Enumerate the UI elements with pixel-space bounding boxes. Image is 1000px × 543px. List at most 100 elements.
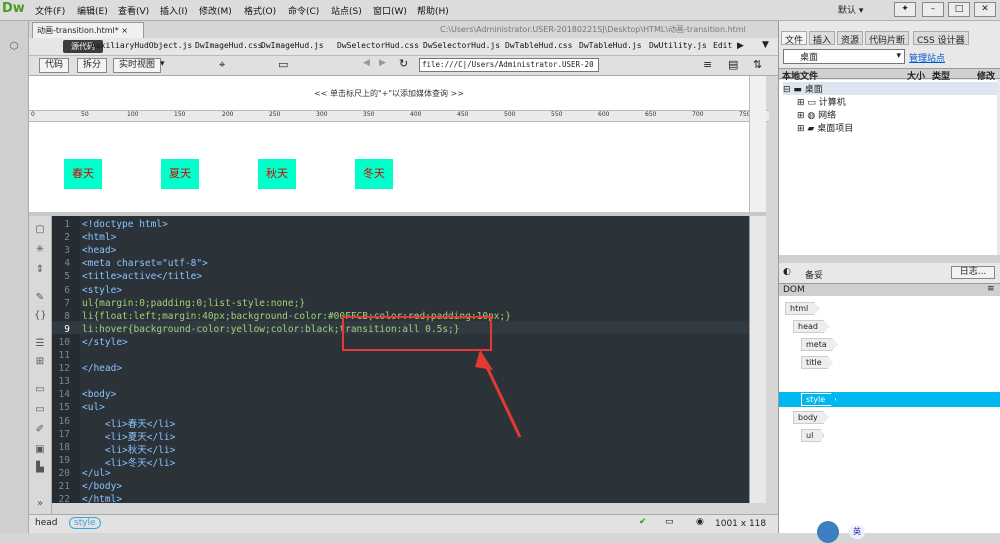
forward-icon[interactable]: ▶ <box>379 58 386 68</box>
code-line[interactable]: <meta charset="utf-8"> <box>82 258 208 269</box>
dom-node-style[interactable]: style <box>801 393 837 406</box>
menu-view[interactable]: 查看(V) <box>118 4 149 17</box>
refresh-icon[interactable]: ↻ <box>399 57 408 70</box>
split-view-button[interactable]: 拆分 <box>77 58 108 73</box>
code-line[interactable]: </html> <box>82 494 122 503</box>
menu-modify[interactable]: 修改(M) <box>199 4 232 17</box>
tag-selector-head[interactable]: head <box>35 518 57 528</box>
insert-icon[interactable]: ⬡ <box>8 41 20 53</box>
document-options-icon[interactable]: ▤ <box>728 58 738 71</box>
dom-node-head[interactable]: head <box>793 320 829 333</box>
code-view-button[interactable]: 代码 <box>39 58 70 73</box>
menu-file[interactable]: 文件(F) <box>35 4 65 17</box>
dom-node-html[interactable]: html <box>785 302 820 315</box>
code-line[interactable]: </body> <box>82 481 122 492</box>
tab-insert[interactable]: 插入 <box>809 31 836 46</box>
select-parent-icon[interactable]: ✎ <box>34 292 46 304</box>
tree-hscroll[interactable] <box>779 255 1000 263</box>
dom-node-body[interactable]: body <box>793 411 829 424</box>
live-view-button[interactable]: 实时视图 <box>113 58 162 73</box>
collapse-icon[interactable]: ✳ <box>34 244 46 256</box>
list-item-summer[interactable]: 夏天 <box>161 159 199 189</box>
dom-node-ul[interactable]: ul <box>801 429 825 442</box>
menu-help[interactable]: 帮助(H) <box>417 4 449 17</box>
ruler[interactable]: 0 50 100 150 200 250 300 350 400 450 500… <box>29 110 769 122</box>
code-line[interactable]: <!doctype html> <box>82 219 168 230</box>
tree-item-desktop-items[interactable]: ⊞ ▰ 桌面项目 <box>797 121 853 134</box>
highlight-invalid-icon[interactable]: ⊞ <box>34 356 46 368</box>
move-css-icon[interactable]: ▙ <box>34 462 46 474</box>
menu-format[interactable]: 格式(O) <box>244 4 276 17</box>
filter-icon[interactable]: ▼ <box>762 40 769 50</box>
related-file[interactable]: AuxiliaryHudObject.js <box>91 41 192 50</box>
tree-item-network[interactable]: ⊞ ◍ 网络 <box>797 108 836 121</box>
media-query-hint[interactable]: << 单击标尺上的"+"以添加媒体查询 >> <box>29 88 749 99</box>
related-file[interactable]: Edit <box>713 41 732 50</box>
close-icon[interactable]: ✕ <box>974 2 996 17</box>
more-icon[interactable]: » <box>34 498 46 510</box>
related-file[interactable]: DwSelectorHud.js <box>423 41 500 50</box>
related-file[interactable]: DwImageHud.css <box>195 41 262 50</box>
menu-insert[interactable]: 插入(I) <box>160 4 188 17</box>
minimize-icon[interactable]: – <box>922 2 944 17</box>
code-line[interactable]: ul{margin:0;padding:0;list-style:none;} <box>82 298 305 309</box>
related-file[interactable]: DwSelectorHud.css <box>337 41 419 50</box>
code-line[interactable]: <li>冬天</li> <box>82 455 175 469</box>
related-file[interactable]: DwUtility.js <box>649 41 707 50</box>
log-button[interactable]: 日志... <box>951 266 995 279</box>
dom-node-title[interactable]: title <box>801 356 833 369</box>
sync-icon[interactable]: ✦ <box>894 2 916 17</box>
site-dropdown[interactable]: 桌面 ▾ <box>783 49 905 64</box>
ime-badge[interactable]: 英 <box>849 525 865 539</box>
recent-snippets-icon[interactable]: ▣ <box>34 444 46 456</box>
tab-css-designer[interactable]: CSS 设计器 <box>913 31 969 46</box>
menu-edit[interactable]: 编辑(E) <box>77 4 108 17</box>
code-line[interactable]: <head> <box>82 245 116 256</box>
balance-braces-icon[interactable]: {} <box>34 310 47 322</box>
code-line[interactable]: </head> <box>82 363 122 374</box>
tab-snippets[interactable]: 代码片断 <box>865 31 910 46</box>
code-line[interactable]: <style> <box>82 285 122 296</box>
tree-item-computer[interactable]: ⊞ ▭ 计算机 <box>797 95 846 108</box>
dom-title[interactable]: DOM <box>783 285 805 295</box>
code-scrollbar[interactable] <box>749 216 766 503</box>
workspace-dropdown[interactable]: 默认 ▾ <box>838 3 863 16</box>
inspect-icon[interactable]: ⌖ <box>219 58 225 72</box>
format-icon[interactable]: ≡ <box>703 58 712 71</box>
list-item-winter[interactable]: 冬天 <box>355 159 393 189</box>
menu-commands[interactable]: 命令(C) <box>288 4 319 17</box>
line-numbers-icon[interactable]: ☰ <box>34 338 46 350</box>
list-item-autumn[interactable]: 秋天 <box>258 159 296 189</box>
scroll-right-icon[interactable]: ▶ <box>737 41 744 51</box>
live-view-dropdown-icon[interactable]: ▾ <box>160 59 165 69</box>
wrap-tag-icon[interactable]: ✐ <box>34 424 46 436</box>
related-file[interactable]: DwTableHud.js <box>579 41 642 50</box>
code-line[interactable]: </ul> <box>82 468 111 479</box>
dom-node-meta[interactable]: meta <box>801 338 838 351</box>
live-view-status-icon[interactable]: ◉ <box>696 517 704 527</box>
menu-window[interactable]: 窗口(W) <box>373 4 407 17</box>
related-file[interactable]: DwTableHud.css <box>505 41 572 50</box>
code-line[interactable]: <li>夏天</li> <box>82 429 175 443</box>
multiscreen-icon[interactable]: ▭ <box>278 58 288 71</box>
code-line[interactable]: </style> <box>82 337 128 348</box>
list-item-spring[interactable]: 春天 <box>64 159 102 189</box>
tag-selector-style[interactable]: style <box>69 517 101 529</box>
remove-comment-icon[interactable]: ▭ <box>34 404 46 416</box>
back-icon[interactable]: ◀ <box>363 58 370 68</box>
tab-assets[interactable]: 资源 <box>837 31 864 46</box>
open-documents-icon[interactable]: ▢ <box>34 224 46 236</box>
code-line[interactable]: <title>active</title> <box>82 271 202 282</box>
desktop-size-icon[interactable]: ▭ <box>665 517 674 527</box>
manage-sites-link[interactable]: 管理站点 <box>909 51 945 64</box>
panel-menu-icon[interactable]: ≡ <box>987 284 995 294</box>
related-file[interactable]: DwImageHud.js <box>261 41 324 50</box>
expand-icon[interactable]: ⇕ <box>34 264 46 276</box>
code-line[interactable]: <li>秋天</li> <box>82 442 175 456</box>
code-line[interactable]: <html> <box>82 232 116 243</box>
code-line[interactable]: <li>春天</li> <box>82 416 175 430</box>
code-line[interactable]: <ul> <box>82 402 105 413</box>
design-scrollbar[interactable] <box>749 76 766 212</box>
maximize-icon[interactable]: □ <box>948 2 970 17</box>
window-size[interactable]: 1001 x 118 <box>715 519 766 529</box>
